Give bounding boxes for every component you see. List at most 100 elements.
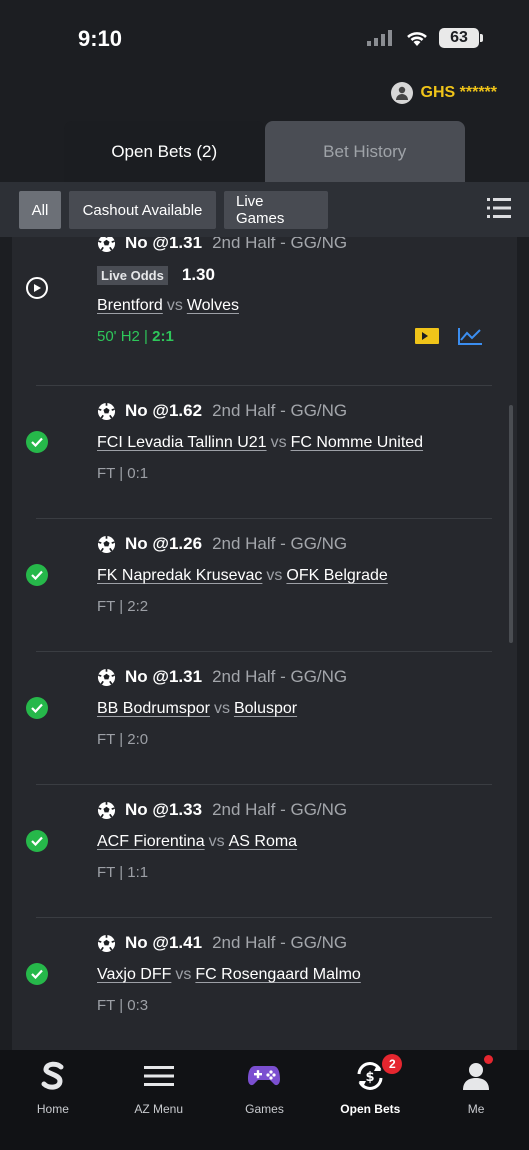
check-icon — [26, 697, 48, 719]
bet-selection: No @1.33 2nd Half - GG/NG — [97, 800, 347, 820]
match-result: FT | 0:1 — [97, 465, 149, 482]
check-icon — [26, 830, 48, 852]
live-match-status: 50' H2 | 2:1 — [97, 328, 174, 345]
tab-bet-history[interactable]: Bet History — [264, 121, 465, 182]
bet-item[interactable]: No @1.26 2nd Half - GG/NG FK Napredak Kr… — [12, 534, 517, 650]
nav-az-menu[interactable]: AZ Menu — [106, 1050, 212, 1150]
bet-item[interactable]: No @1.41 2nd Half - GG/NG Vaxjo DFF vs FC … — [12, 933, 517, 1049]
match-result: FT | 2:2 — [97, 598, 149, 615]
vs-label: vs — [270, 434, 287, 451]
stats-chart-icon[interactable] — [457, 326, 483, 346]
vs-label: vs — [266, 567, 283, 584]
home-team[interactable]: FCI Levadia Tallinn U21 — [97, 434, 267, 451]
vs-label: vs — [208, 833, 225, 850]
bet-item[interactable]: No @1.62 2nd Half - GG/NG FCI Levadia Ta… — [12, 401, 517, 517]
bet-selection: No @1.26 2nd Half - GG/NG — [97, 534, 347, 554]
away-team[interactable]: OFK Belgrade — [286, 567, 387, 584]
clock: 9:10 — [78, 26, 123, 51]
notification-dot — [484, 1055, 494, 1064]
bet-pick: No @1.26 — [125, 534, 203, 553]
match-teams[interactable]: Vaxjo DFF vs FC Rosengaard Malmo — [97, 966, 361, 984]
away-team[interactable]: Wolves — [187, 297, 239, 314]
match-teams[interactable]: BB Bodrumspor vs Boluspor — [97, 700, 297, 718]
cellular-signal-icon — [367, 30, 392, 46]
live-odds-row: Live Odds 1.30 — [97, 265, 215, 285]
match-teams[interactable]: ACF Fiorentina vs AS Roma — [97, 833, 297, 851]
nav-me[interactable]: Me — [423, 1050, 529, 1150]
account-balance[interactable]: GHS ****** — [390, 82, 497, 104]
live-time: 50' H2 | — [97, 328, 148, 345]
home-team[interactable]: ACF Fiorentina — [97, 833, 205, 850]
bet-market: 2nd Half - GG/NG — [212, 237, 348, 252]
bet-pick: No @1.31 — [125, 237, 203, 252]
bet-selection: No @1.62 2nd Half - GG/NG — [97, 401, 347, 421]
tab-open-bets[interactable]: Open Bets (2) — [64, 121, 265, 182]
soccer-ball-icon — [97, 668, 116, 686]
filter-bar: All Cashout Available Live Games — [0, 182, 529, 237]
match-result: FT | 2:0 — [97, 731, 149, 748]
soccer-ball-icon — [97, 402, 116, 420]
home-team[interactable]: Vaxjo DFF — [97, 966, 171, 983]
bet-selection: No @1.41 2nd Half - GG/NG — [97, 933, 347, 953]
filter-cashout-chip[interactable]: Cashout Available — [69, 191, 216, 229]
home-team[interactable]: FK Napredak Krusevac — [97, 567, 262, 584]
bet-item[interactable]: No @1.31 2nd Half - GG/NG BB Bodrumspor v… — [12, 667, 517, 783]
filter-live-games-chip[interactable]: Live Games — [224, 191, 328, 229]
soccer-ball-icon — [97, 237, 116, 252]
away-team[interactable]: AS Roma — [229, 833, 297, 850]
user-avatar-icon — [395, 86, 408, 100]
avatar — [390, 82, 413, 104]
bet-pick: No @1.31 — [125, 667, 203, 686]
away-team[interactable]: Boluspor — [234, 700, 297, 717]
live-stream-icon[interactable] — [415, 328, 439, 344]
list-view-icon[interactable] — [487, 196, 511, 220]
nav-label: Me — [467, 1102, 485, 1116]
nav-label: Home — [36, 1102, 69, 1116]
wifi-icon — [407, 32, 427, 46]
soccer-ball-icon — [97, 535, 116, 553]
nav-open-bets[interactable]: $ 2 Open Bets — [317, 1050, 423, 1150]
status-icons: 63 — [367, 28, 483, 48]
match-result: FT | 0:3 — [97, 997, 149, 1014]
match-teams[interactable]: FK Napredak Krusevac vs OFK Belgrade — [97, 567, 388, 585]
bet-market: 2nd Half - GG/NG — [212, 800, 348, 819]
filter-all-chip[interactable]: All — [19, 191, 61, 229]
bet-list[interactable]: No @1.31 2nd Half - GG/NG Live Odds 1.30… — [12, 237, 517, 1050]
nav-label: AZ Menu — [134, 1102, 184, 1116]
bet-pick: No @1.41 — [125, 933, 203, 952]
bet-market: 2nd Half - GG/NG — [212, 534, 348, 553]
bet-pick: No @1.62 — [125, 401, 203, 420]
home-team[interactable]: BB Bodrumspor — [97, 700, 210, 717]
divider — [36, 784, 492, 785]
check-icon — [26, 431, 48, 453]
nav-label: Games — [245, 1102, 284, 1116]
bet-market: 2nd Half - GG/NG — [212, 933, 348, 952]
match-result: FT | 1:1 — [97, 864, 149, 881]
bet-market: 2nd Half - GG/NG — [212, 401, 348, 420]
match-teams[interactable]: Brentford vs Wolves — [97, 297, 239, 315]
away-team[interactable]: FC Nomme United — [291, 434, 423, 451]
match-teams[interactable]: FCI Levadia Tallinn U21 vs FC Nomme United — [97, 434, 423, 452]
bet-item-live[interactable]: No @1.31 2nd Half - GG/NG Live Odds 1.30… — [12, 237, 517, 385]
nav-games[interactable]: Games — [212, 1050, 318, 1150]
status-bar: 9:10 63 — [0, 0, 529, 78]
live-odds-badge: Live Odds — [97, 265, 168, 285]
divider — [36, 518, 492, 519]
bet-pick: No @1.33 — [125, 800, 203, 819]
gamepad-icon — [246, 1060, 282, 1092]
hamburger-icon — [141, 1060, 177, 1092]
divider — [36, 917, 492, 918]
divider — [36, 385, 492, 386]
svg-text:$: $ — [366, 1070, 375, 1085]
bet-item[interactable]: No @1.33 2nd Half - GG/NG ACF Fiorentina… — [12, 800, 517, 916]
bet-market: 2nd Half - GG/NG — [212, 667, 348, 686]
divider — [36, 651, 492, 652]
home-team[interactable]: Brentford — [97, 297, 163, 314]
vs-label: vs — [166, 297, 183, 314]
away-team[interactable]: FC Rosengaard Malmo — [195, 966, 360, 983]
soccer-ball-icon — [97, 801, 116, 819]
bottom-nav: Home AZ Menu Games $ 2 Open Bets Me — [0, 1050, 529, 1150]
soccer-ball-icon — [97, 934, 116, 952]
nav-home[interactable]: Home — [0, 1050, 106, 1150]
live-score: 2:1 — [152, 328, 174, 345]
